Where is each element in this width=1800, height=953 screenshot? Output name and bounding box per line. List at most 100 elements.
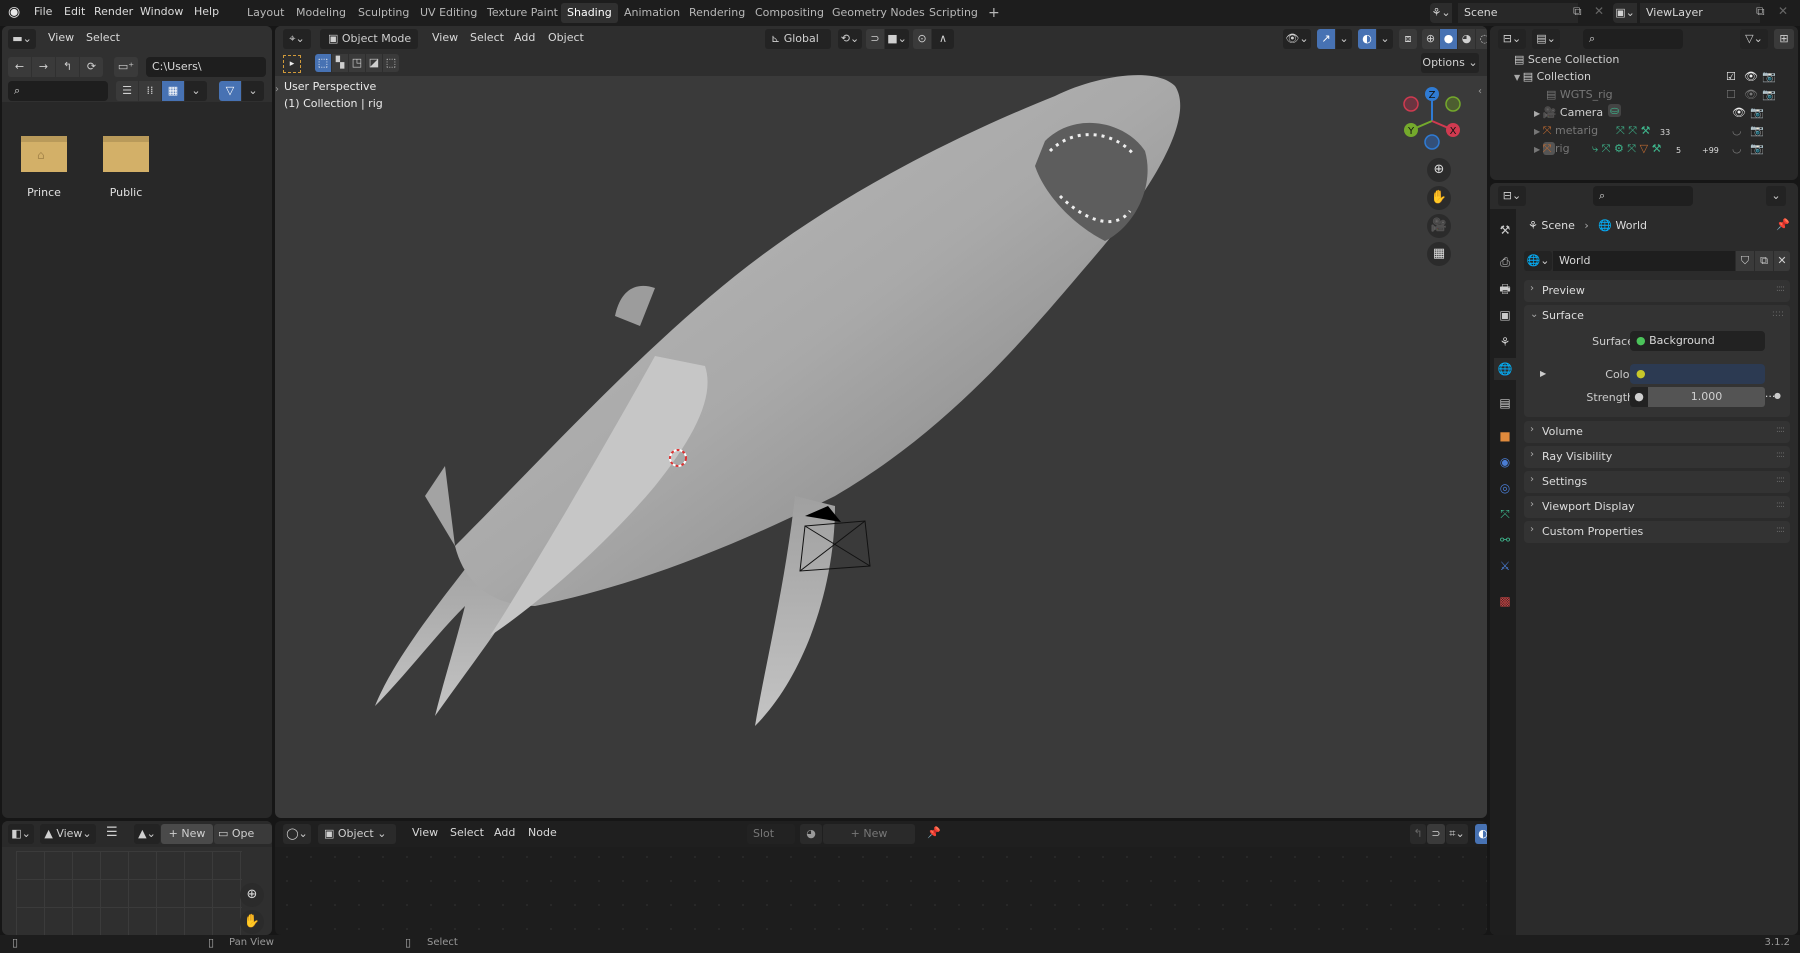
panel-preview[interactable]: › Preview:::: [1524,280,1790,302]
image-browse-icon[interactable]: ▲⌄ [134,824,160,844]
file-item-prince[interactable]: ⌂ Prince [16,136,72,216]
tab-animation[interactable]: Animation [618,3,686,23]
render-camera-icon[interactable]: 📷 [1750,142,1764,155]
panel-ray-visibility[interactable]: › Ray Visibility:::: [1524,446,1790,468]
drag-handle-icon[interactable]: :::: [1776,425,1785,435]
gizmo-neg-z[interactable] [1424,134,1440,150]
pin-icon[interactable]: 📌 [927,826,941,839]
new-collection-icon[interactable]: ⊞ [1774,29,1794,49]
shader-type-select[interactable]: ▣ Object ⌄ [318,824,396,844]
exclude-checkbox[interactable]: ☑ [1726,70,1736,83]
view-layer-icon[interactable]: ▣⌄ [1613,3,1637,23]
hamburger-menu-icon[interactable]: ☰ [106,825,118,840]
vertical-list-icon[interactable]: ☰ [116,81,138,101]
drag-handle-icon[interactable]: :::: [1776,450,1785,460]
new-folder-icon[interactable]: ▭⁺ [114,57,138,77]
search-input[interactable]: ⌕ [8,81,108,101]
visibility-eye-icon[interactable]: 👁 [1732,106,1746,119]
perspective-toggle-icon[interactable]: ▦ [1427,242,1451,266]
blender-logo-icon[interactable]: ◉ [8,4,20,20]
menu-select[interactable]: Select [450,826,484,839]
delete-scene-icon[interactable]: ✕ [1594,4,1604,18]
panel-viewport-display[interactable]: › Viewport Display:::: [1524,496,1790,518]
bone-tab-icon[interactable]: ⚯ [1494,529,1516,551]
modifiers-tab-icon[interactable]: ◉ [1494,451,1516,473]
thumbnails-icon[interactable]: ▦ [162,81,184,101]
camera-view-icon[interactable]: 🎥 [1427,214,1451,238]
color-texture-field[interactable]: ● qwantani_puresky_4k.h... [1630,364,1775,400]
tool-tab-icon[interactable]: ⚒ [1494,219,1516,241]
path-field[interactable]: C:\Users\ [146,57,266,77]
tab-geometry-nodes[interactable]: Geometry Nodes [826,3,931,23]
menu-edit[interactable]: Edit [64,5,85,18]
zoom-view-icon[interactable]: ⊕ [240,883,264,907]
properties-search-input[interactable]: ⌕ [1593,186,1693,206]
camera-data-icon[interactable]: ⛀ [1608,104,1622,117]
pan-view-icon[interactable]: ✋ [1427,186,1451,210]
tab-rendering[interactable]: Rendering [683,3,751,23]
texture-tab-icon[interactable]: ▩ [1494,590,1516,612]
outliner-item-camera[interactable]: ▶ 🎥 Camera ⛀ 👁 📷 [1534,104,1798,119]
toolbar-toggle-icon[interactable]: › [275,84,279,95]
image-editor[interactable]: ◧⌄ ▲ View⌄ ☰ ▲⌄ + New ▭ Ope ⊕ ✋ [2,821,272,935]
editor-type-shader-icon[interactable]: ◯⌄ [283,824,311,844]
slot-select[interactable]: Slot [747,824,795,844]
menu-view[interactable]: View [412,826,438,839]
menu-view[interactable]: View [48,31,74,44]
outliner-item-metarig[interactable]: ▶ ⤧ metarig ⤧ ⤧ ⚒ 33 ◡ 📷 [1534,124,1798,138]
node-snap-icon[interactable]: ⊃ [1427,824,1445,844]
visibility-eye-icon[interactable]: 👁 [1744,70,1758,83]
keyframe-dot-icon[interactable]: ● [1774,391,1781,400]
world-name-field[interactable]: World [1553,251,1735,271]
properties-options-chevron-icon[interactable]: ⌄ [1766,186,1786,206]
new-image-button[interactable]: + New [161,824,213,844]
menu-render[interactable]: Render [94,5,133,18]
tab-layout[interactable]: Layout [241,3,290,23]
tab-uv-editing[interactable]: UV Editing [414,3,483,23]
node-overlays-icon[interactable]: ◐ [1475,824,1487,844]
file-item-public[interactable]: Public [98,136,154,216]
menu-window[interactable]: Window [140,5,183,18]
filter-options-chevron-icon[interactable]: ⌄ [242,81,264,101]
outliner-item-scene-collection[interactable]: ▤ Scene Collection [1514,53,1619,66]
world-tab-icon[interactable]: 🌐 [1494,358,1516,380]
gizmo-neg-x[interactable] [1403,96,1419,112]
strength-socket-icon[interactable]: ● [1630,387,1648,407]
scene-name-field[interactable]: Scene [1458,3,1578,23]
snap-grid-icon[interactable]: ⌗⌄ [1446,824,1468,844]
hidden-eye-icon[interactable]: ◡ [1732,124,1742,137]
render-camera-icon[interactable]: 📷 [1762,70,1776,83]
duplicate-world-icon[interactable]: ⧉ [1755,251,1773,271]
open-image-button[interactable]: ▭ Ope [214,824,272,844]
unlink-world-icon[interactable]: ✕ [1774,251,1790,271]
view-layer-field[interactable]: ViewLayer [1640,3,1760,23]
render-camera-icon[interactable]: 📷 [1762,88,1776,101]
navigation-gizmo[interactable]: Z Y X [1397,80,1467,152]
breadcrumb-scene[interactable]: Scene [1541,219,1575,232]
forward-arrow-icon[interactable]: → [32,57,55,77]
render-tab-icon[interactable]: ⎙ [1494,251,1516,273]
menu-add[interactable]: Add [494,826,515,839]
outliner-item-collection[interactable]: ▼ ▤ Collection ☑ 👁 📷 [1514,70,1798,83]
horizontal-list-icon[interactable]: ⁞⁞ [139,81,161,101]
hidden-eye-icon[interactable]: ◡ [1732,142,1742,155]
add-workspace-button[interactable]: + [982,3,1006,23]
breadcrumb-world[interactable]: World [1616,219,1648,232]
bone-constraint-tab-icon[interactable]: ⚔ [1494,555,1516,577]
back-arrow-icon[interactable]: ← [8,57,31,77]
outliner-search-input[interactable]: ⌕ [1583,29,1683,49]
tab-sculpting[interactable]: Sculpting [352,3,415,23]
scene-icon[interactable]: ⚘⌄ [1430,3,1452,23]
tab-texture-paint[interactable]: Texture Paint [481,3,564,23]
menu-node[interactable]: Node [528,826,557,839]
outliner-filter-icon[interactable]: ▽⌄ [1740,29,1768,49]
zoom-view-icon[interactable]: ⊕ [1427,158,1451,182]
display-mode-icon[interactable]: ▤⌄ [1532,29,1560,49]
refresh-icon[interactable]: ⟳ [80,57,103,77]
tab-compositing[interactable]: Compositing [749,3,830,23]
render-camera-icon[interactable]: 📷 [1750,106,1764,119]
editor-type-file-browser-icon[interactable]: ▬⌄ [8,29,36,49]
editor-type-outliner-icon[interactable]: ⊟⌄ [1498,29,1526,49]
drag-handle-icon[interactable]: :::: [1776,500,1785,510]
new-material-button[interactable]: + New [823,824,915,844]
